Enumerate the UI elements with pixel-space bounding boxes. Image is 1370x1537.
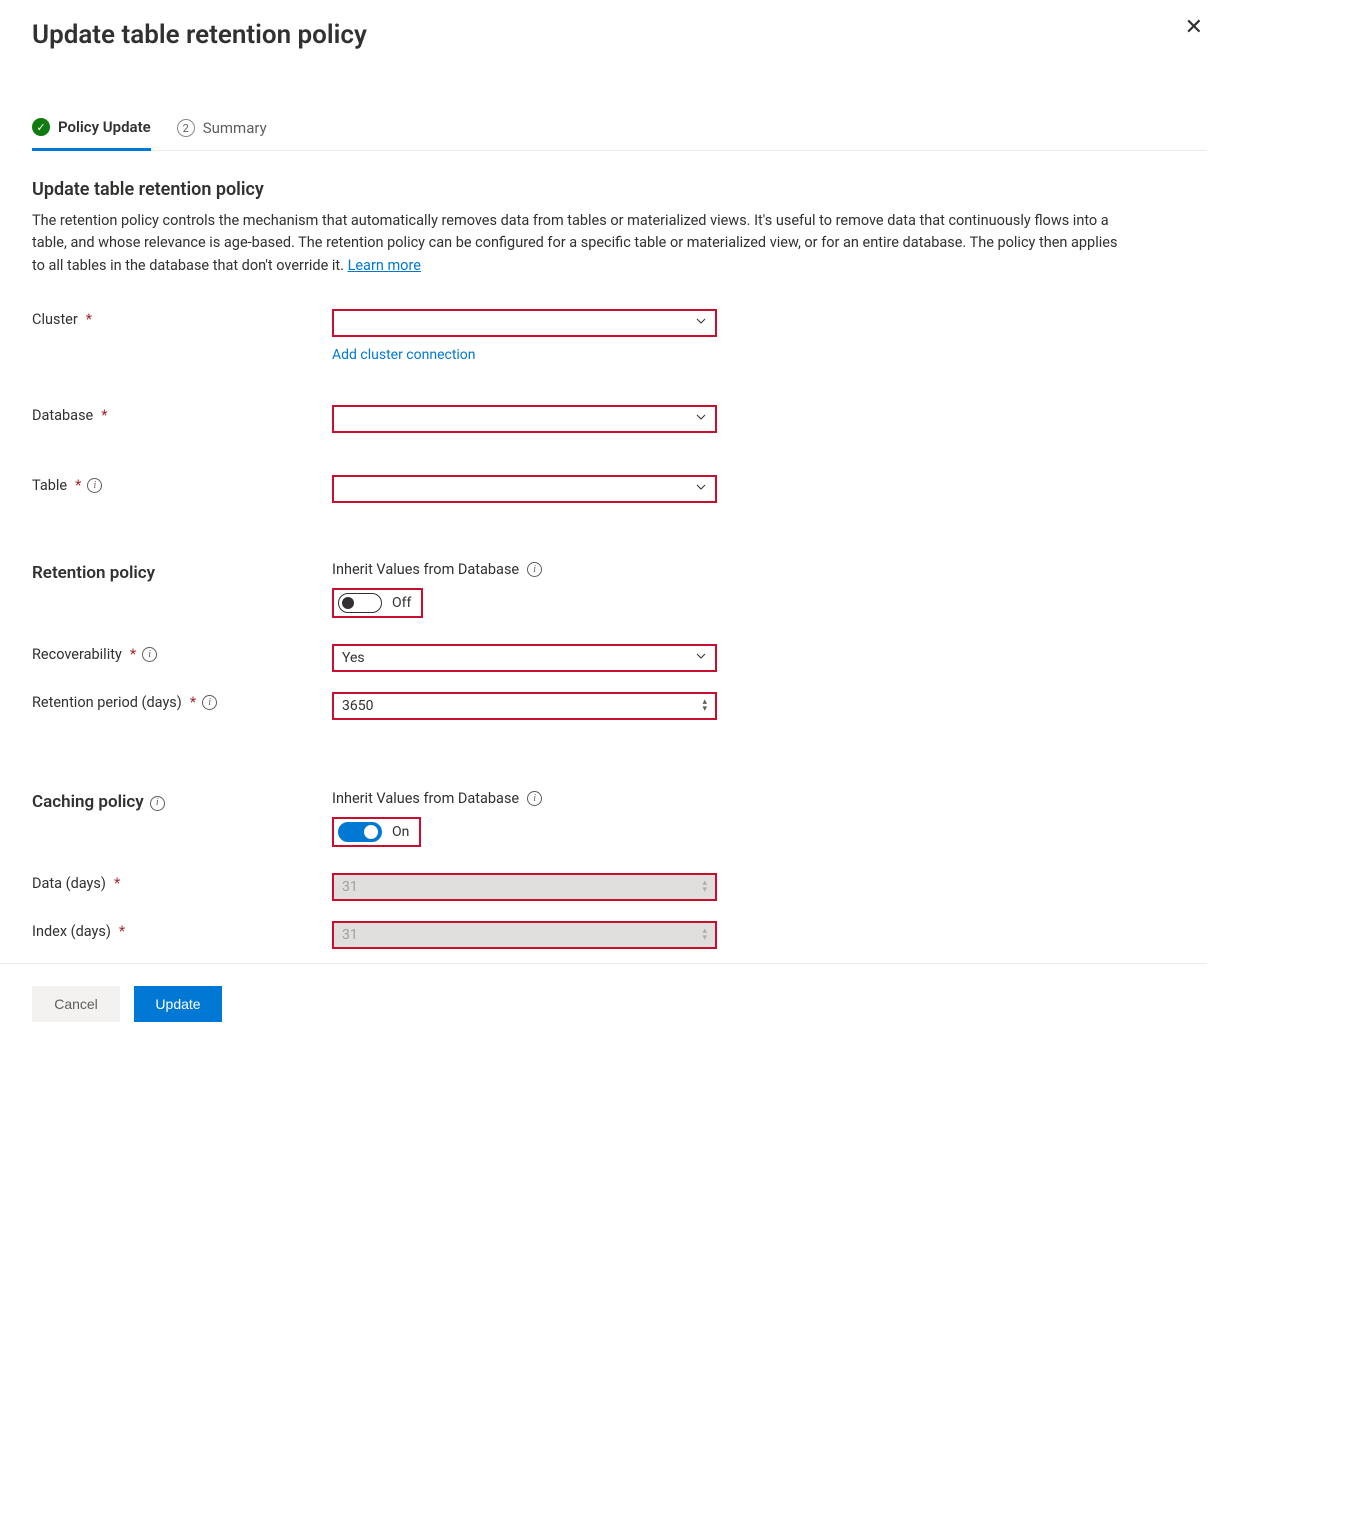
info-icon[interactable]: i: [202, 695, 217, 710]
step-label: Policy Update: [58, 118, 151, 136]
data-days-label: Data (days)*: [32, 873, 332, 892]
cancel-button[interactable]: Cancel: [32, 986, 120, 1022]
data-days-value: 31: [342, 879, 358, 895]
number-spinner-icon: ▴▾: [702, 880, 707, 894]
retention-period-value: 3650: [342, 698, 373, 714]
step-number-icon: 2: [177, 119, 195, 137]
inherit-caching-label: Inherit Values from Database i: [332, 790, 722, 807]
step-policy-update[interactable]: ✓ Policy Update: [32, 118, 151, 151]
toggle-state-label: Off: [392, 595, 411, 611]
cluster-select[interactable]: [332, 309, 717, 337]
section-heading: Update table retention policy: [32, 179, 1207, 200]
database-select[interactable]: [332, 405, 717, 433]
required-mark: *: [114, 875, 120, 892]
cluster-label: Cluster*: [32, 309, 332, 328]
recoverability-value: Yes: [342, 650, 365, 666]
add-cluster-connection-link[interactable]: Add cluster connection: [332, 347, 476, 363]
required-mark: *: [101, 407, 107, 424]
recoverability-label: Recoverability* i: [32, 644, 332, 663]
close-button[interactable]: ✕: [1181, 12, 1207, 42]
index-days-value: 31: [342, 927, 358, 943]
required-mark: *: [130, 646, 136, 663]
step-label: Summary: [203, 119, 267, 137]
chevron-down-icon: [695, 481, 707, 497]
number-spinner-icon: ▴▾: [702, 928, 707, 942]
page-title: Update table retention policy: [32, 20, 1207, 50]
toggle-state-label: On: [392, 824, 409, 840]
chevron-down-icon: [695, 411, 707, 427]
caching-policy-heading: Caching policy i: [32, 790, 332, 812]
recoverability-select[interactable]: Yes: [332, 644, 717, 672]
info-icon[interactable]: i: [527, 562, 542, 577]
required-mark: *: [75, 477, 81, 494]
close-icon: ✕: [1185, 14, 1203, 39]
number-spinner-icon: ▴▾: [702, 699, 707, 713]
learn-more-link[interactable]: Learn more: [348, 257, 421, 274]
wizard-stepper: ✓ Policy Update 2 Summary: [32, 118, 1207, 151]
required-mark: *: [119, 923, 125, 940]
divider: [0, 963, 1207, 964]
inherit-retention-toggle[interactable]: Off: [332, 588, 423, 618]
retention-period-label: Retention period (days)* i: [32, 692, 332, 711]
info-icon[interactable]: i: [87, 478, 102, 493]
inherit-caching-toggle[interactable]: On: [332, 817, 421, 847]
table-select[interactable]: [332, 475, 717, 503]
info-icon[interactable]: i: [527, 791, 542, 806]
database-label: Database*: [32, 405, 332, 424]
chevron-down-icon: [695, 650, 707, 666]
data-days-input: 31 ▴▾: [332, 873, 717, 901]
retention-policy-heading: Retention policy: [32, 561, 332, 583]
inherit-retention-label: Inherit Values from Database i: [332, 561, 722, 578]
retention-period-input[interactable]: 3650 ▴▾: [332, 692, 717, 720]
info-icon[interactable]: i: [150, 796, 165, 811]
section-description: The retention policy controls the mechan…: [32, 210, 1132, 277]
index-days-input: 31 ▴▾: [332, 921, 717, 949]
step-summary[interactable]: 2 Summary: [177, 118, 267, 150]
info-icon[interactable]: i: [142, 647, 157, 662]
table-label: Table* i: [32, 475, 332, 494]
update-button[interactable]: Update: [134, 986, 222, 1022]
check-icon: ✓: [32, 118, 50, 136]
required-mark: *: [190, 694, 196, 711]
chevron-down-icon: [695, 315, 707, 331]
footer-actions: Cancel Update: [32, 986, 1207, 1052]
toggle-switch-icon: [338, 822, 382, 842]
index-days-label: Index (days)*: [32, 921, 332, 940]
description-text: The retention policy controls the mechan…: [32, 212, 1117, 274]
required-mark: *: [86, 311, 92, 328]
toggle-switch-icon: [338, 593, 382, 613]
